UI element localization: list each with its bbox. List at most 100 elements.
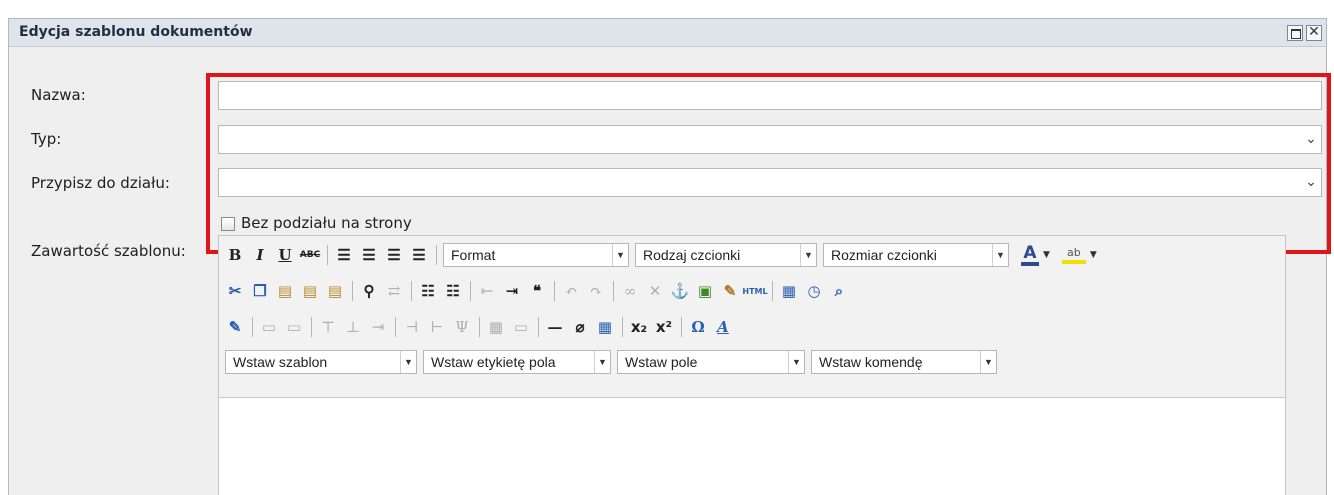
horizontal-rule-icon[interactable]: —	[545, 317, 565, 337]
underline-icon[interactable]: U	[275, 245, 295, 265]
format-label: Format	[451, 247, 496, 263]
font-color-icon[interactable]: A	[1021, 244, 1039, 266]
merge-cells-icon[interactable]: ▭	[511, 317, 531, 337]
font-size-select[interactable]: Rozmiar czcionki ▼	[823, 243, 1009, 267]
superscript-icon[interactable]: x²	[654, 317, 674, 337]
delete-row-icon[interactable]: ⇥	[368, 317, 388, 337]
insert-row-before-icon[interactable]: ⊤	[318, 317, 338, 337]
insert-command-label: Wstaw komendę	[819, 354, 923, 370]
separator	[538, 317, 539, 337]
paste-word-icon[interactable]: ▤	[325, 281, 345, 301]
editor-content-area[interactable]	[219, 397, 1285, 495]
font-size-label: Rozmiar czcionki	[831, 247, 937, 263]
insert-field-label: Wstaw pole	[625, 354, 698, 370]
insert-field-label-label: Wstaw etykietę pola	[431, 354, 556, 370]
dropdown-arrow-icon[interactable]: ▼	[1090, 250, 1097, 260]
separator	[681, 317, 682, 337]
insert-field-label-select[interactable]: Wstaw etykietę pola ▼	[423, 350, 611, 374]
font-family-label: Rodzaj czcionki	[643, 247, 741, 263]
find-icon[interactable]: ⚲	[359, 281, 379, 301]
dropdown-arrow-icon[interactable]: ▼	[1043, 250, 1050, 260]
align-justify-icon[interactable]: ☰	[409, 245, 429, 265]
name-label: Nazwa:	[31, 86, 86, 104]
redo-icon[interactable]: ↷	[586, 281, 606, 301]
highlight-color-icon[interactable]: ab	[1061, 246, 1086, 264]
separator	[554, 281, 555, 301]
align-center-icon[interactable]: ☰	[359, 245, 379, 265]
dept-label: Przypisz do działu:	[31, 174, 170, 192]
table-icon[interactable]: ▦	[595, 317, 615, 337]
outdent-icon[interactable]: ⇤	[477, 281, 497, 301]
format-select[interactable]: Format ▼	[443, 243, 629, 267]
cleanup-icon[interactable]: ✎	[720, 281, 740, 301]
cut-icon[interactable]: ✂	[225, 281, 245, 301]
italic-icon[interactable]: I	[250, 245, 270, 265]
dropdown-arrow-icon[interactable]: ▼	[594, 351, 610, 373]
indent-icon[interactable]: ⇥	[502, 281, 522, 301]
dropdown-arrow-icon[interactable]: ▼	[800, 244, 816, 266]
insert-col-before-icon[interactable]: ⊣	[402, 317, 422, 337]
insert-date-icon[interactable]: ▦	[779, 281, 799, 301]
anchor-icon[interactable]: ⚓	[670, 281, 690, 301]
align-left-icon[interactable]: ☰	[334, 245, 354, 265]
toolbar-row-1: B I U ABC ☰ ☰ ☰ ☰ Format ▼ Rodzaj czcion…	[225, 242, 1103, 268]
html-icon[interactable]: HTML	[742, 281, 767, 301]
separator	[622, 317, 623, 337]
insert-field-select[interactable]: Wstaw pole ▼	[617, 350, 805, 374]
insert-time-icon[interactable]: ◷	[804, 281, 824, 301]
bold-icon[interactable]: B	[225, 245, 245, 265]
separator	[311, 317, 312, 337]
copy-icon[interactable]: ❐	[250, 281, 270, 301]
separator	[395, 317, 396, 337]
rich-text-editor: B I U ABC ☰ ☰ ☰ ☰ Format ▼ Rodzaj czcion…	[218, 235, 1286, 495]
replace-icon[interactable]: ⇄	[384, 281, 404, 301]
font-family-select[interactable]: Rodzaj czcionki ▼	[635, 243, 817, 267]
bullet-list-icon[interactable]: ☷	[418, 281, 438, 301]
close-icon[interactable]: ✕	[1306, 25, 1322, 41]
paste-icon[interactable]: ▤	[275, 281, 295, 301]
toolbar-row-4: Wstaw szablon ▼ Wstaw etykietę pola ▼ Ws…	[225, 349, 1003, 375]
dropdown-arrow-icon[interactable]: ▼	[612, 244, 628, 266]
maximize-icon[interactable]	[1287, 25, 1303, 41]
delete-col-icon[interactable]: Ψ	[452, 317, 472, 337]
image-icon[interactable]: ▣	[695, 281, 715, 301]
toolbar-row-3: ✎ ▭ ▭ ⊤ ⊥ ⇥ ⊣ ⊢ Ψ ▦ ▭ — ⌀ ▦ x₂ x² Ω A	[225, 314, 738, 340]
separator	[772, 281, 773, 301]
form-content: Nazwa: Typ: ⌄ Przypisz do działu: ⌄ Bez …	[9, 48, 1331, 495]
strikethrough-icon[interactable]: ABC	[300, 245, 320, 265]
dropdown-arrow-icon[interactable]: ▼	[788, 351, 804, 373]
separator	[327, 245, 328, 265]
separator	[436, 245, 437, 265]
insert-template-select[interactable]: Wstaw szablon ▼	[225, 350, 417, 374]
type-label: Typ:	[31, 130, 62, 148]
insert-command-select[interactable]: Wstaw komendę ▼	[811, 350, 997, 374]
paste-text-icon[interactable]: ▤	[300, 281, 320, 301]
dropdown-arrow-icon[interactable]: ▼	[992, 244, 1008, 266]
separator	[411, 281, 412, 301]
split-cells-icon[interactable]: ▦	[486, 317, 506, 337]
row-props-icon[interactable]: ▭	[259, 317, 279, 337]
separator	[352, 281, 353, 301]
styles-icon[interactable]: A	[713, 317, 733, 337]
align-right-icon[interactable]: ☰	[384, 245, 404, 265]
cell-props-icon[interactable]: ▭	[284, 317, 304, 337]
remove-format-icon[interactable]: ⌀	[570, 317, 590, 337]
dropdown-arrow-icon[interactable]: ▼	[980, 351, 996, 373]
subscript-icon[interactable]: x₂	[629, 317, 649, 337]
unlink-icon[interactable]: ✕	[645, 281, 665, 301]
insert-col-after-icon[interactable]: ⊢	[427, 317, 447, 337]
insert-row-after-icon[interactable]: ⊥	[343, 317, 363, 337]
preview-icon[interactable]: ⌕	[829, 281, 849, 301]
undo-icon[interactable]: ↶	[561, 281, 581, 301]
window-titlebar: Edycja szablonu dokumentów ✕	[9, 19, 1326, 47]
insert-template-label: Wstaw szablon	[233, 354, 328, 370]
numbered-list-icon[interactable]: ☷	[443, 281, 463, 301]
link-icon[interactable]: ∞	[620, 281, 640, 301]
blockquote-icon[interactable]: ❝	[527, 281, 547, 301]
dropdown-arrow-icon[interactable]: ▼	[400, 351, 416, 373]
edit-icon[interactable]: ✎	[225, 317, 245, 337]
special-char-icon[interactable]: Ω	[688, 317, 708, 337]
highlight-box	[206, 73, 1331, 254]
separator	[479, 317, 480, 337]
separator	[252, 317, 253, 337]
